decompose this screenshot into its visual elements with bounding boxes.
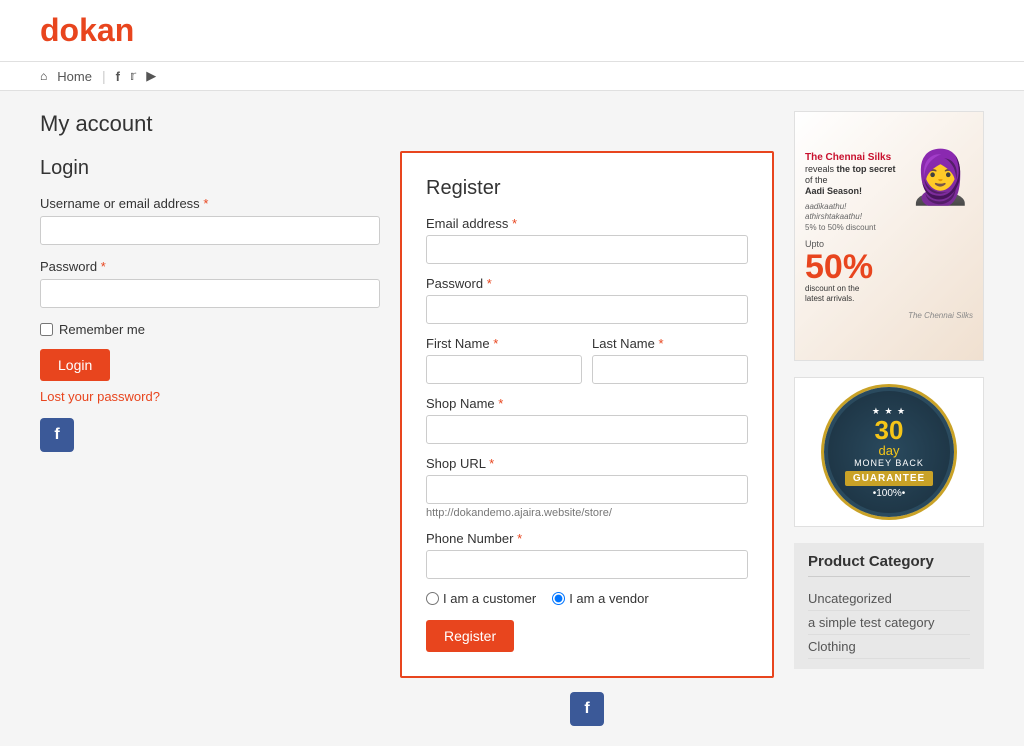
product-category-box: Product Category Uncategorized a simple … [794, 543, 984, 669]
home-icon: ⌂ [40, 69, 47, 83]
category-link-uncategorized[interactable]: Uncategorized [808, 591, 892, 606]
header: dokan [0, 0, 1024, 62]
remember-checkbox[interactable] [40, 323, 53, 336]
guarantee-box: ★ ★ ★ 30 day MONEY BACK GUARANTEE •100%• [794, 377, 984, 527]
list-item: Uncategorized [808, 587, 970, 611]
remember-row: Remember me [40, 322, 380, 337]
ad-banner: The Chennai Silks reveals the top secret… [794, 111, 984, 361]
vendor-radio[interactable] [552, 592, 565, 605]
shop-name-label: Shop Name * [426, 396, 748, 411]
register-button[interactable]: Register [426, 620, 514, 652]
category-link-clothing[interactable]: Clothing [808, 639, 856, 654]
list-item: a simple test category [808, 611, 970, 635]
remember-label: Remember me [59, 322, 145, 337]
center-column: Register Email address * Password * [400, 111, 774, 726]
page-title: My account [40, 111, 380, 137]
email-group: Email address * [426, 216, 748, 264]
nav-facebook[interactable]: f [116, 69, 120, 84]
password-input[interactable] [40, 279, 380, 308]
shop-name-group: Shop Name * [426, 396, 748, 444]
left-column: My account Login Username or email addre… [40, 111, 380, 726]
guarantee-label: GUARANTEE [845, 471, 933, 486]
name-row: First Name * Last Name * [426, 336, 748, 396]
shop-url-label: Shop URL * [426, 456, 748, 471]
guarantee-badge: ★ ★ ★ 30 day MONEY BACK GUARANTEE •100%• [824, 387, 954, 517]
product-category-title: Product Category [808, 553, 970, 577]
last-name-input[interactable] [592, 355, 748, 384]
phone-group: Phone Number * [426, 531, 748, 579]
role-radio-row: I am a customer I am a vendor [426, 591, 748, 606]
first-name-input[interactable] [426, 355, 582, 384]
logo: dokan [40, 12, 984, 49]
shop-url-group: Shop URL * http://dokandemo.ajaira.websi… [426, 456, 748, 519]
nav-separator: | [102, 68, 106, 84]
ad-content: The Chennai Silks reveals the top secret… [795, 112, 983, 360]
category-list: Uncategorized a simple test category Clo… [808, 587, 970, 659]
nav-bar: ⌂ Home | f 𝕣 ▶ [0, 62, 1024, 91]
first-name-label: First Name * [426, 336, 582, 351]
email-required: * [512, 216, 517, 231]
guarantee-pct: •100%• [873, 488, 906, 499]
password-label: Password * [40, 259, 380, 274]
customer-radio-label[interactable]: I am a customer [426, 591, 536, 606]
last-name-label: Last Name * [592, 336, 748, 351]
first-name-group: First Name * [426, 336, 582, 384]
password-required: * [101, 259, 106, 274]
shop-name-input[interactable] [426, 415, 748, 444]
username-group: Username or email address * [40, 196, 380, 245]
reg-password-required: * [487, 276, 492, 291]
nav-home[interactable]: Home [57, 69, 92, 84]
reg-password-group: Password * [426, 276, 748, 324]
register-box: Register Email address * Password * [400, 151, 774, 678]
username-required: * [203, 196, 208, 211]
login-section-title: Login [40, 157, 380, 180]
nav-youtube[interactable]: ▶ [146, 68, 156, 84]
phone-label: Phone Number * [426, 531, 748, 546]
vendor-radio-label[interactable]: I am a vendor [552, 591, 649, 606]
guarantee-day: day [879, 443, 900, 458]
facebook-register-button[interactable]: f [570, 692, 604, 726]
email-input[interactable] [426, 235, 748, 264]
username-input[interactable] [40, 216, 380, 245]
last-name-group: Last Name * [592, 336, 748, 384]
right-column: The Chennai Silks reveals the top secret… [794, 111, 984, 726]
shop-url-input[interactable] [426, 475, 748, 504]
password-group: Password * [40, 259, 380, 308]
login-button[interactable]: Login [40, 349, 110, 381]
shop-url-hint: http://dokandemo.ajaira.website/store/ [426, 507, 748, 519]
guarantee-money: MONEY BACK [854, 458, 924, 468]
reg-password-label: Password * [426, 276, 748, 291]
email-label: Email address * [426, 216, 748, 231]
nav-twitter[interactable]: 𝕣 [130, 68, 136, 84]
main-content: My account Login Username or email addre… [0, 91, 1024, 746]
guarantee-days: 30 [875, 417, 904, 443]
reg-password-input[interactable] [426, 295, 748, 324]
register-title: Register [426, 177, 748, 200]
facebook-login-button[interactable]: f [40, 418, 74, 452]
phone-input[interactable] [426, 550, 748, 579]
customer-radio[interactable] [426, 592, 439, 605]
logo-d: d [40, 12, 60, 48]
lost-password-link[interactable]: Lost your password? [40, 389, 380, 404]
username-label: Username or email address * [40, 196, 380, 211]
logo-rest: okan [60, 12, 135, 48]
category-link-test[interactable]: a simple test category [808, 615, 934, 630]
list-item: Clothing [808, 635, 970, 659]
